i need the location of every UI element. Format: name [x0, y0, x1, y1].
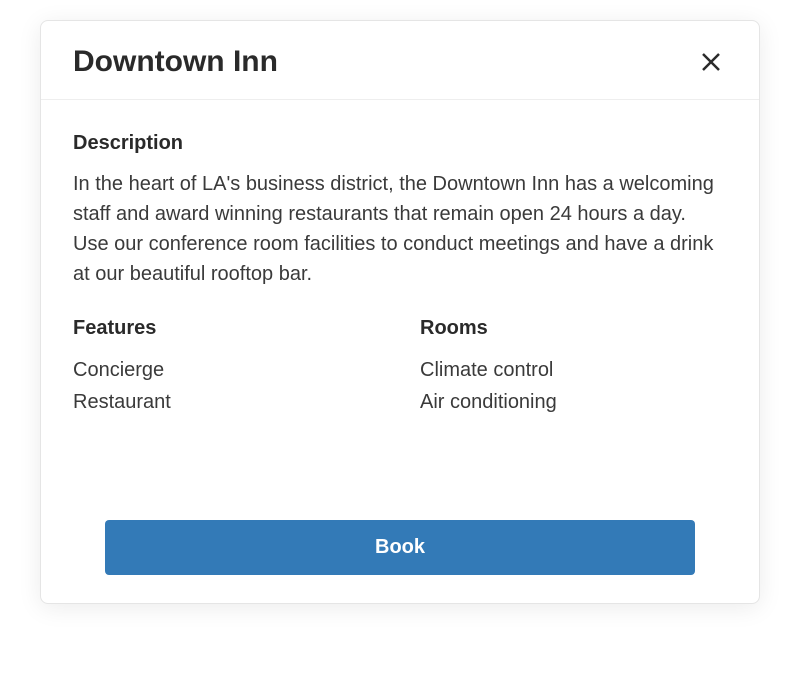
hotel-detail-modal: Downtown Inn Description In the heart of…: [40, 20, 760, 604]
feature-item: Restaurant: [73, 386, 380, 418]
feature-item: Concierge: [73, 354, 380, 386]
description-text: In the heart of LA's business district, …: [73, 169, 727, 289]
modal-footer: Book: [41, 500, 759, 603]
rooms-heading: Rooms: [420, 317, 727, 340]
modal-title: Downtown Inn: [73, 45, 278, 79]
features-heading: Features: [73, 317, 380, 340]
description-heading: Description: [73, 132, 727, 155]
room-item: Climate control: [420, 354, 727, 386]
close-icon: [699, 50, 723, 74]
close-button[interactable]: [695, 46, 727, 78]
rooms-column: Rooms Climate control Air conditioning: [420, 317, 727, 418]
book-button[interactable]: Book: [105, 520, 695, 575]
scroll-filler: [73, 418, 727, 500]
modal-body-scroll[interactable]: Description In the heart of LA's busines…: [41, 100, 759, 500]
info-columns: Features Concierge Restaurant Rooms Clim…: [73, 317, 727, 418]
modal-header: Downtown Inn: [41, 21, 759, 100]
features-column: Features Concierge Restaurant: [73, 317, 380, 418]
room-item: Air conditioning: [420, 386, 727, 418]
